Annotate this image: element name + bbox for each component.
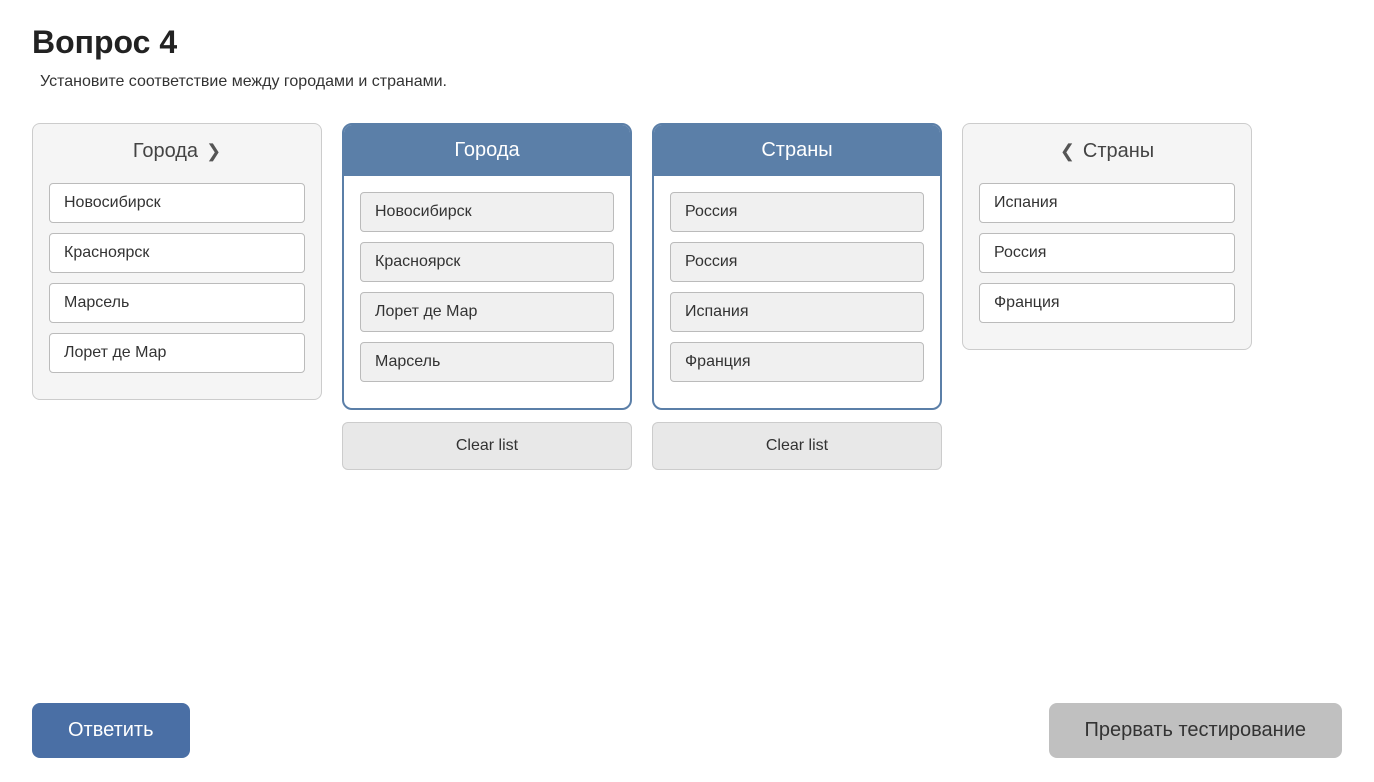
list-item[interactable]: Россия <box>979 233 1235 273</box>
left-source-panel: Города ❯ Новосибирск Красноярск Марсель … <box>32 123 322 400</box>
list-item[interactable]: Лорет де Мар <box>360 292 614 332</box>
list-item[interactable]: Россия <box>670 242 924 282</box>
list-item[interactable]: Новосибирск <box>49 183 305 223</box>
list-item[interactable]: Марсель <box>360 342 614 382</box>
bottom-bar: Ответить Прервать тестирование <box>32 703 1342 758</box>
list-item[interactable]: Новосибирск <box>360 192 614 232</box>
list-item[interactable]: Красноярск <box>360 242 614 282</box>
cities-drop-wrapper: Города Новосибирск Красноярск Лорет де М… <box>342 123 632 470</box>
list-item[interactable]: Франция <box>979 283 1235 323</box>
list-item[interactable]: Красноярск <box>49 233 305 273</box>
right-source-header: ❮ Страны <box>979 140 1235 163</box>
countries-drop-panel: Страны Россия Россия Испания Франция <box>652 123 942 410</box>
cities-drop-header: Города <box>344 125 630 176</box>
question-title: Вопрос 4 <box>32 24 1342 61</box>
list-item[interactable]: Лорет де Мар <box>49 333 305 373</box>
cities-drop-panel: Города Новосибирск Красноярск Лорет де М… <box>342 123 632 410</box>
left-source-items: Новосибирск Красноярск Марсель Лорет де … <box>49 183 305 373</box>
countries-drop-wrapper: Страны Россия Россия Испания Франция Cle… <box>652 123 942 470</box>
left-source-title: Города <box>133 140 198 163</box>
countries-clear-button[interactable]: Clear list <box>652 422 942 470</box>
list-item[interactable]: Испания <box>979 183 1235 223</box>
list-item[interactable]: Россия <box>670 192 924 232</box>
columns-area: Города ❯ Новосибирск Красноярск Марсель … <box>32 123 1342 470</box>
countries-drop-header: Страны <box>654 125 940 176</box>
answer-button[interactable]: Ответить <box>32 703 190 758</box>
countries-drop-body[interactable]: Россия Россия Испания Франция <box>654 176 940 408</box>
right-source-arrow: ❮ <box>1060 141 1075 162</box>
list-item[interactable]: Франция <box>670 342 924 382</box>
left-source-arrow: ❯ <box>206 141 221 162</box>
right-source-title: Страны <box>1083 140 1154 163</box>
cities-drop-body[interactable]: Новосибирск Красноярск Лорет де Мар Марс… <box>344 176 630 408</box>
right-source-items: Испания Россия Франция <box>979 183 1235 323</box>
list-item[interactable]: Испания <box>670 292 924 332</box>
left-source-header: Города ❯ <box>49 140 305 163</box>
stop-button[interactable]: Прервать тестирование <box>1049 703 1342 758</box>
page-container: Вопрос 4 Установите соответствие между г… <box>0 0 1374 494</box>
list-item[interactable]: Марсель <box>49 283 305 323</box>
question-subtitle: Установите соответствие между городами и… <box>32 73 1342 91</box>
cities-clear-button[interactable]: Clear list <box>342 422 632 470</box>
right-source-panel: ❮ Страны Испания Россия Франция <box>962 123 1252 350</box>
